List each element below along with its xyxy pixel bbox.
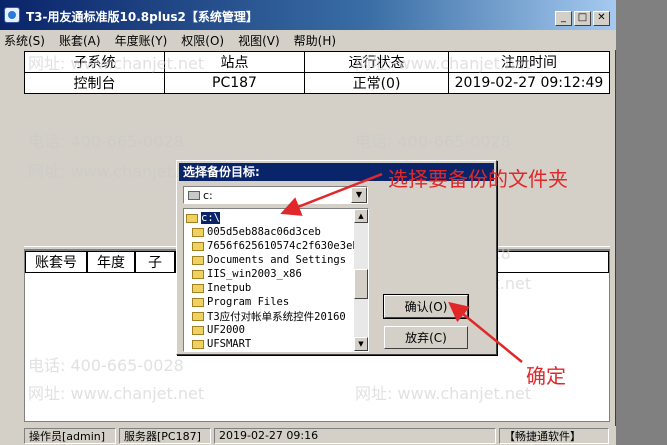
- drive-value: c:: [203, 188, 213, 202]
- menu-account[interactable]: 账套(A): [59, 32, 101, 49]
- menu-view[interactable]: 视图(V): [238, 32, 280, 49]
- close-button[interactable]: ✕: [593, 11, 610, 26]
- folder-name: Program Files: [207, 296, 290, 308]
- folder-item[interactable]: Documents and Settings: [192, 253, 346, 267]
- folder-item[interactable]: IIS_win2003_x86: [192, 267, 302, 281]
- title-bar[interactable]: T3-用友通标准版10.8plus2【系统管理】 _ □ ✕: [0, 0, 616, 30]
- folder-item[interactable]: c:\: [186, 211, 220, 225]
- folder-item[interactable]: UFSMART: [192, 337, 251, 351]
- cell-subsystem: 控制台: [24, 72, 165, 94]
- folder-name: 7656f625610574c2f630e3ebc: [207, 240, 366, 252]
- column-header: 年度: [87, 251, 135, 273]
- folder-name: IIS_win2003_x86: [207, 268, 302, 280]
- folder-icon: [192, 269, 204, 279]
- status-bar: 操作员[admin] 服务器[PC187] 2019-02-27 09:16 【…: [0, 426, 616, 445]
- menu-bar: 系统(S) 账套(A) 年度账(Y) 权限(O) 视图(V) 帮助(H): [0, 30, 616, 50]
- window-title: T3-用友通标准版10.8plus2【系统管理】: [26, 10, 258, 24]
- menu-help[interactable]: 帮助(H): [294, 32, 336, 49]
- column-header: 子: [135, 251, 175, 273]
- confirm-button[interactable]: 确认(O): [383, 294, 469, 319]
- folder-icon: [192, 311, 204, 321]
- status-server: 服务器[PC187]: [119, 427, 211, 444]
- menu-year-account[interactable]: 年度账(Y): [115, 32, 168, 49]
- folder-list[interactable]: c:\ 005d5eb88ac06d3ceb 7656f625610574c2f…: [183, 208, 369, 352]
- folder-item[interactable]: UF2000: [192, 323, 245, 337]
- table-row[interactable]: 控制台 PC187 正常(0) 2019-02-27 09:12:49: [24, 72, 610, 94]
- cell-status: 正常(0): [304, 72, 449, 94]
- annotation-select-folder: 选择要备份的文件夹: [388, 167, 568, 191]
- folder-icon: [192, 283, 204, 293]
- folder-name: Documents and Settings: [207, 254, 347, 266]
- folder-open-icon: [186, 213, 198, 223]
- folder-item[interactable]: T3应付对帐单系统控件20160: [192, 309, 346, 323]
- status-time: 2019-02-27 09:16: [214, 427, 496, 444]
- minimize-button[interactable]: _: [555, 11, 572, 26]
- cell-site: PC187: [164, 72, 305, 94]
- folder-icon: [192, 227, 204, 237]
- folder-item[interactable]: Inetpub: [192, 281, 251, 295]
- annotation-confirm: 确定: [526, 364, 566, 388]
- folder-icon: [192, 241, 204, 251]
- folder-icon: [192, 297, 204, 307]
- maximize-button[interactable]: □: [574, 11, 591, 26]
- drive-icon: [188, 190, 200, 200]
- menu-system[interactable]: 系统(S): [4, 32, 45, 49]
- column-header: 运行状态: [304, 51, 449, 73]
- folder-icon: [192, 325, 204, 335]
- column-header: 站点: [164, 51, 305, 73]
- cell-time: 2019-02-27 09:12:49: [448, 72, 610, 94]
- status-brand: 【畅捷通软件】: [499, 427, 609, 444]
- table-header-row: 子系统 站点 运行状态 注册时间: [24, 51, 610, 73]
- folder-name: Inetpub: [207, 282, 252, 294]
- menu-permission[interactable]: 权限(O): [181, 32, 224, 49]
- folder-scrollbar[interactable]: ▲ ▼: [354, 209, 368, 351]
- column-header: 注册时间: [448, 51, 610, 73]
- scroll-down-icon[interactable]: ▼: [354, 337, 368, 351]
- scroll-up-icon[interactable]: ▲: [354, 209, 368, 223]
- subsystem-table: 子系统 站点 运行状态 注册时间 控制台 PC187 正常(0) 2019-02…: [24, 51, 610, 94]
- app-icon: [4, 7, 20, 23]
- chevron-down-icon[interactable]: ▼: [351, 187, 367, 203]
- drive-select[interactable]: c: ▼: [183, 186, 368, 204]
- folder-item[interactable]: 005d5eb88ac06d3ceb: [192, 225, 321, 239]
- scroll-thumb[interactable]: [354, 269, 368, 299]
- folder-name: T3应付对帐单系统控件20160: [207, 310, 346, 323]
- folder-item[interactable]: Program Files: [192, 295, 289, 309]
- folder-icon: [192, 255, 204, 265]
- folder-name: UF2000: [207, 324, 245, 336]
- folder-name: c:\: [201, 212, 220, 224]
- column-header: 账套号: [25, 251, 87, 273]
- folder-name: UFSMART: [207, 338, 252, 350]
- folder-item[interactable]: 7656f625610574c2f630e3ebc: [192, 239, 365, 253]
- folder-name: 005d5eb88ac06d3ceb: [207, 226, 321, 238]
- column-header: 子系统: [24, 51, 165, 73]
- cancel-button[interactable]: 放弃(C): [384, 326, 468, 349]
- folder-icon: [192, 339, 204, 349]
- status-operator: 操作员[admin]: [24, 427, 116, 444]
